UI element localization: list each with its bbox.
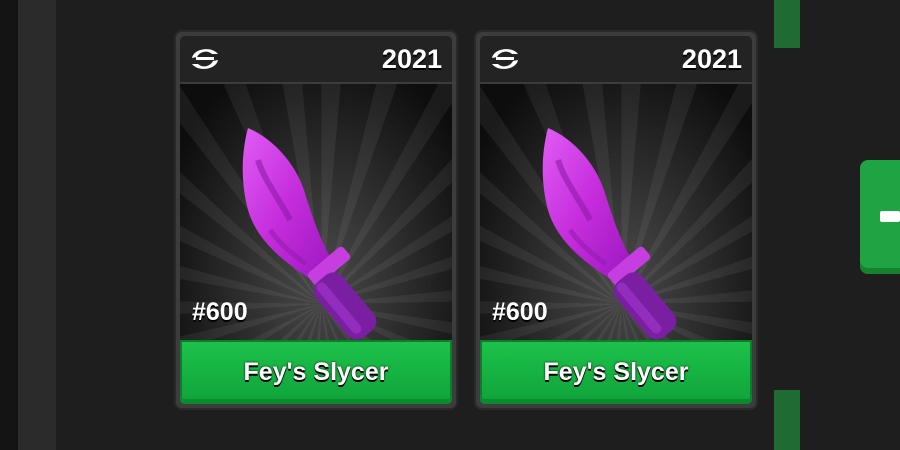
- divider-top: [774, 0, 800, 48]
- chroma-swirl-icon: [192, 49, 218, 69]
- left-edge: [0, 0, 18, 450]
- item-name-label: Fey's Slycer: [543, 357, 689, 386]
- card-year: 2021: [381, 44, 442, 74]
- knife-image: [242, 128, 377, 340]
- item-art: #600: [480, 84, 752, 366]
- card-header: 2021: [180, 36, 452, 82]
- card-year: 2021: [681, 44, 742, 74]
- divider-bottom: [774, 390, 800, 450]
- card-header: 2021: [480, 36, 752, 82]
- knife-image: [542, 128, 677, 340]
- item-name-button[interactable]: Fey's Slycer: [480, 340, 752, 404]
- chroma-swirl-icon: [492, 49, 518, 69]
- left-scroll-track: [18, 0, 56, 450]
- item-name-label: Fey's Slycer: [243, 357, 389, 386]
- minus-icon: [880, 211, 900, 222]
- item-card[interactable]: 2021 #600 Fey's Slycer: [476, 32, 756, 408]
- item-name-button[interactable]: Fey's Slycer: [180, 340, 452, 404]
- item-card[interactable]: 2021 #600 Fey's Slycer: [176, 32, 456, 408]
- item-art: #600: [180, 84, 452, 366]
- serial-number: #600: [492, 298, 548, 326]
- serial-number: #600: [192, 298, 248, 326]
